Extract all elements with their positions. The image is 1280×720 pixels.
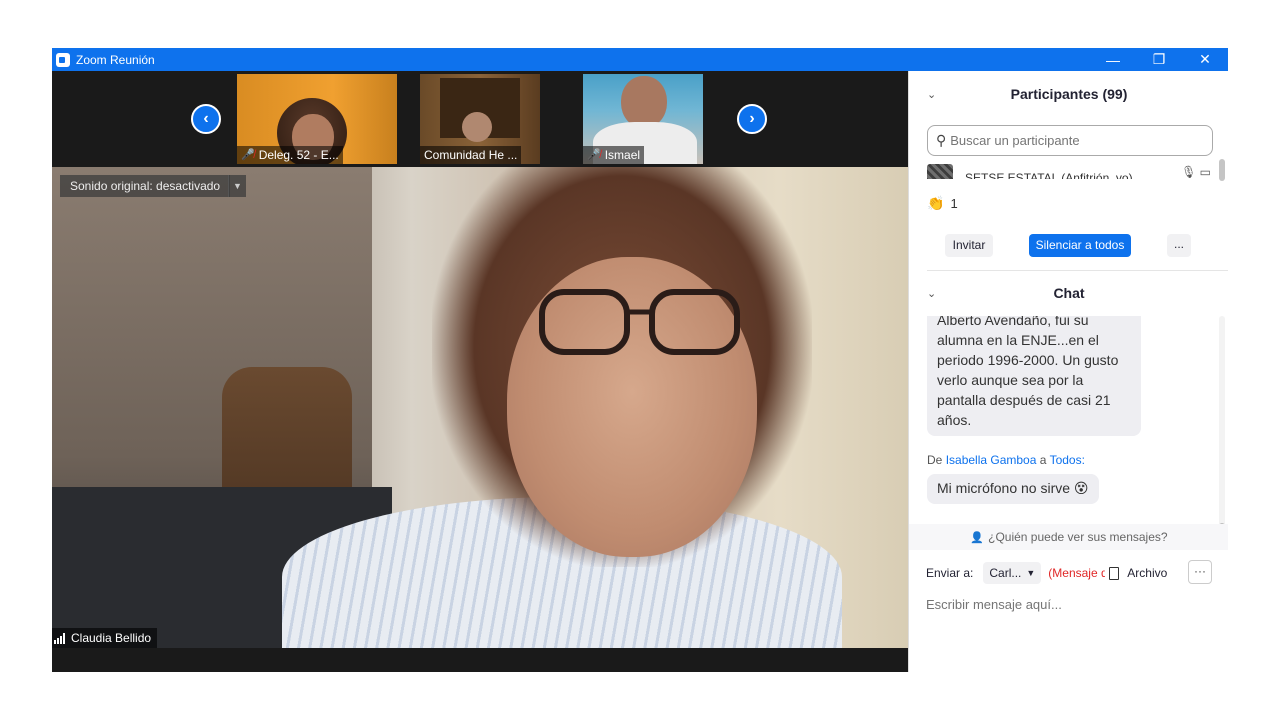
speaker-name-tag: Claudia Bellido [52,628,158,648]
chat-message: Alberto Avendaño, fui su alumna en la EN… [927,316,1141,436]
maximize-button[interactable]: ❐ [1136,48,1182,71]
avatar [927,164,953,179]
title-bar: Zoom Reunión — ❐ ✕ [52,48,1228,71]
clap-icon: 👏 [927,195,945,211]
participant-strip: ‹ 🎤̸ Deleg. 52 - E... Comunidad He ... 🎤… [52,71,908,167]
chat-message: Mi micrófono no sirve 😵 [927,474,1099,504]
speaker-glasses [539,289,740,355]
mic-camera-icons: 🎙 ▭ [1181,165,1211,179]
active-speaker-video: Sonido original: desactivado ▼ Claudia B… [52,167,908,648]
participant-search-input[interactable] [950,133,1191,148]
mic-muted-icon: 🎤̸ [587,149,601,161]
thumbnail-name-2: Comunidad He ... [420,146,522,164]
side-panel: ⌄ Participantes (99) ⚲ SETSE ESTATAL (An… [908,71,1228,672]
participants-header: ⌄ Participantes (99) [927,86,1128,102]
thumbnail-video-1[interactable]: 🎤̸ Deleg. 52 - E... [237,74,397,164]
participants-more-button[interactable]: ... [1167,234,1191,257]
direct-message-note: (Mensaje directo) [1048,566,1106,580]
send-to-row: Enviar a: Carl... ▼ (Mensaje directo) Ar… [926,560,1226,586]
person-info-icon: 👤 [970,531,985,544]
close-button[interactable]: ✕ [1182,48,1228,71]
recipient-name[interactable]: Todos: [1050,453,1085,467]
who-can-see-link[interactable]: 👤 ¿Quién puede ver sus mensajes? [909,524,1228,550]
signal-strength-icon [54,632,66,644]
chat-message-meta: De Isabella Gamboa a Todos: [927,453,1085,467]
file-button[interactable]: Archivo [1127,566,1167,580]
strip-prev-button[interactable]: ‹ [191,104,221,134]
chevron-down-icon: ▼ [1026,568,1036,578]
participant-row[interactable]: SETSE ESTATAL (Anfitrión, yo) 🎙 ▭ [927,163,1217,179]
zoom-window: Zoom Reunión — ❐ ✕ ‹ 🎤̸ Deleg. 52 - E... [52,48,1228,672]
thumbnail-name-1: 🎤̸ Deleg. 52 - E... [237,146,343,164]
send-to-dropdown[interactable]: Carl... ▼ [983,562,1042,584]
window-title: Zoom Reunión [76,52,155,67]
original-sound-dropdown[interactable]: ▼ [228,175,246,197]
zoom-app-icon [56,52,70,67]
chat-header: ⌄ Chat [927,285,1085,301]
minimize-button[interactable]: — [1090,48,1136,71]
thumbnail-video-3[interactable]: 🎤̸ Ismael [583,74,703,164]
participants-scrollbar[interactable] [1219,159,1225,181]
chat-more-button[interactable]: ··· [1188,560,1212,584]
collapse-chat-icon[interactable]: ⌄ [927,287,936,300]
chat-message-input[interactable] [926,591,1216,617]
strip-next-button[interactable]: › [737,104,767,134]
thumbnail-name-3: 🎤̸ Ismael [583,146,645,164]
mute-all-button[interactable]: Silenciar a todos [1029,234,1131,257]
sender-name[interactable]: Isabella Gamboa [946,453,1037,467]
collapse-participants-icon[interactable]: ⌄ [927,88,936,101]
invite-button[interactable]: Invitar [945,234,993,257]
original-sound-toggle[interactable]: Sonido original: desactivado [60,175,231,197]
chat-messages: Alberto Avendaño, fui su alumna en la EN… [927,316,1227,531]
file-icon[interactable] [1109,566,1120,580]
search-icon: ⚲ [936,132,947,148]
reaction-summary: 👏 1 [927,195,958,211]
participant-search[interactable]: ⚲ [927,125,1213,156]
video-area: ‹ 🎤̸ Deleg. 52 - E... Comunidad He ... 🎤… [52,71,908,672]
thumbnail-video-2[interactable]: Comunidad He ... [420,74,540,164]
mic-muted-icon: 🎤̸ [241,149,255,161]
